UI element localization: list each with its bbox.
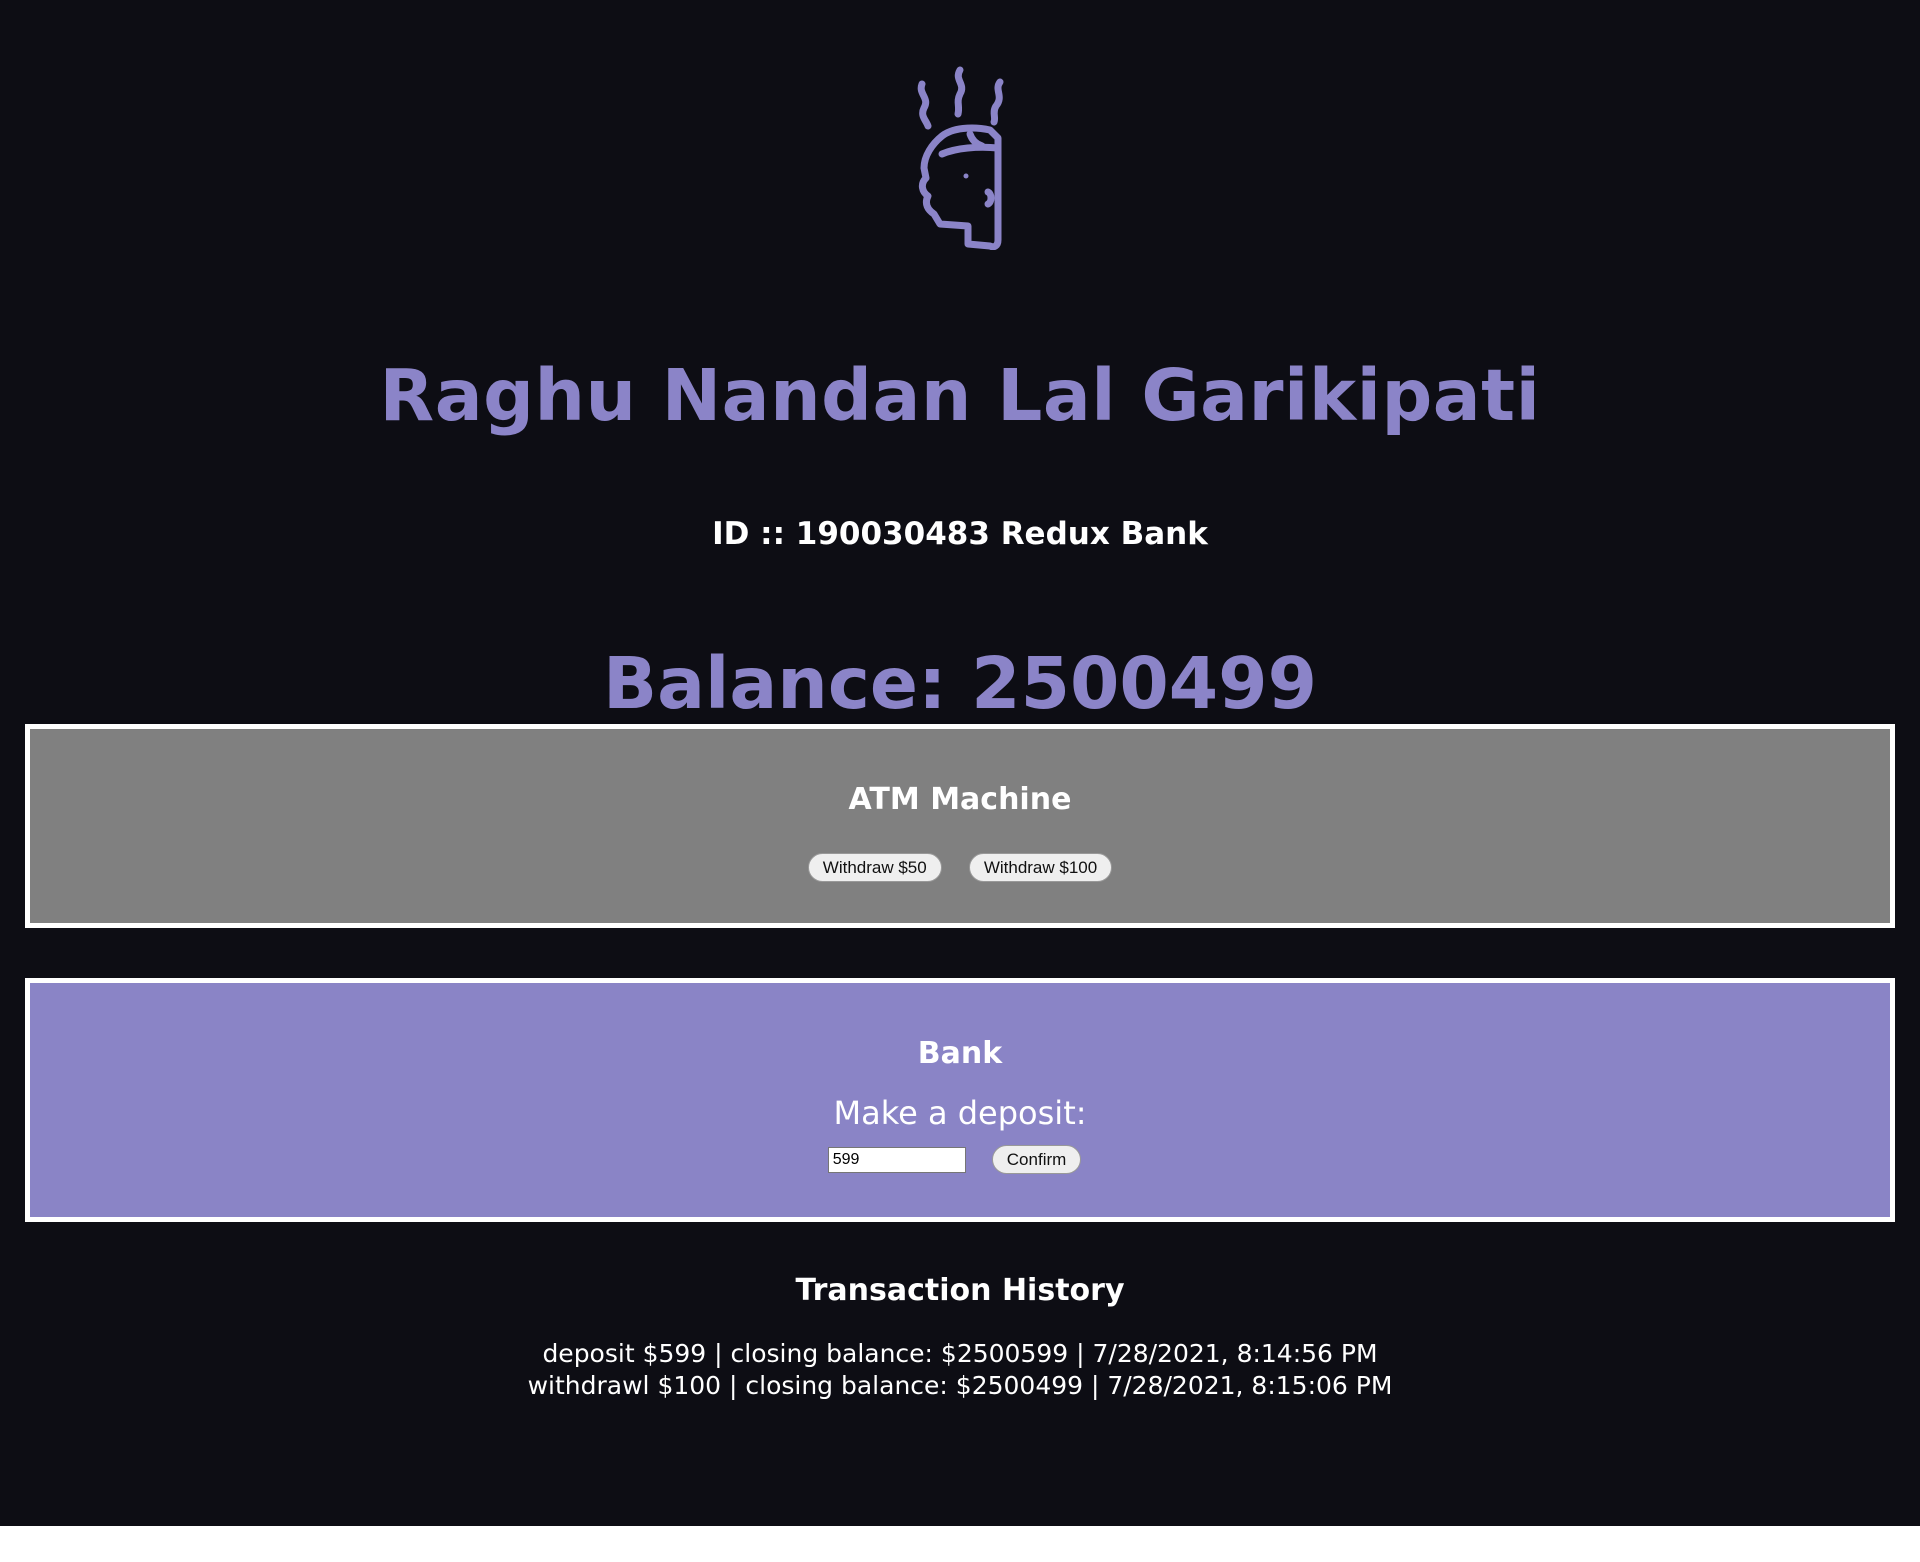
deposit-label: Make a deposit: bbox=[833, 1094, 1087, 1132]
confirm-deposit-button[interactable]: Confirm bbox=[991, 1145, 1082, 1174]
steaming-head-icon bbox=[917, 66, 1004, 251]
atm-panel: ATM Machine Withdraw $50 Withdraw $100 bbox=[25, 724, 1895, 928]
deposit-amount-input[interactable] bbox=[827, 1146, 966, 1173]
atm-button-row: Withdraw $50 Withdraw $100 bbox=[30, 853, 1890, 882]
account-id-line: ID :: 190030483 Redux Bank bbox=[712, 516, 1208, 552]
withdraw-100-button[interactable]: Withdraw $100 bbox=[968, 853, 1113, 882]
atm-title: ATM Machine bbox=[848, 782, 1072, 817]
transaction-entry: deposit $599 | closing balance: $2500599… bbox=[542, 1339, 1378, 1368]
bank-title: Bank bbox=[917, 1036, 1003, 1071]
bank-panel: Bank Make a deposit: Confirm bbox=[25, 978, 1895, 1222]
withdraw-50-button[interactable]: Withdraw $50 bbox=[807, 853, 942, 882]
transaction-history-list: deposit $599 | closing balance: $2500599… bbox=[0, 1338, 1920, 1402]
app-root: Raghu Nandan Lal Garikipati ID :: 190030… bbox=[0, 0, 1920, 1526]
account-holder-name: Raghu Nandan Lal Garikipati bbox=[379, 354, 1541, 437]
logo bbox=[0, 64, 1920, 251]
deposit-row: Confirm bbox=[30, 1145, 1890, 1174]
transaction-entry: withdrawl $100 | closing balance: $25004… bbox=[527, 1371, 1393, 1400]
balance-display: Balance: 2500499 bbox=[603, 642, 1317, 725]
transaction-history-title: Transaction History bbox=[795, 1273, 1125, 1308]
